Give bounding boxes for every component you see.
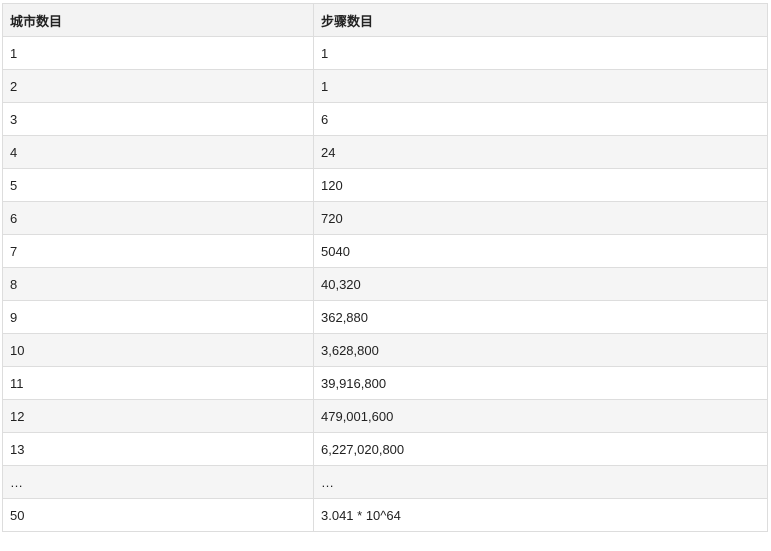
cell-city-count: 7 xyxy=(2,234,314,268)
cell-step-count: 3.041 * 10^64 xyxy=(313,498,768,532)
table-row: 50 3.041 * 10^64 xyxy=(2,498,768,532)
header-city-count: 城市数目 xyxy=(2,3,314,37)
cell-step-count: 24 xyxy=(313,135,768,169)
table-row: 9 362,880 xyxy=(2,300,768,334)
cell-step-count: 6 xyxy=(313,102,768,136)
cell-step-count: 120 xyxy=(313,168,768,202)
cell-city-count: 3 xyxy=(2,102,314,136)
table-row: 12 479,001,600 xyxy=(2,399,768,433)
cell-city-count: 11 xyxy=(2,366,314,400)
cell-city-count: … xyxy=(2,465,314,499)
cell-step-count: 3,628,800 xyxy=(313,333,768,367)
data-table: 城市数目 步骤数目 1 1 2 1 3 6 4 24 5 120 6 720 7… xyxy=(2,3,768,532)
table-row: 7 5040 xyxy=(2,234,768,268)
cell-city-count: 5 xyxy=(2,168,314,202)
header-row: 城市数目 步骤数目 xyxy=(2,3,768,37)
cell-step-count: 479,001,600 xyxy=(313,399,768,433)
cell-step-count: 1 xyxy=(313,36,768,70)
cell-step-count: 362,880 xyxy=(313,300,768,334)
cell-city-count: 4 xyxy=(2,135,314,169)
table-row: 5 120 xyxy=(2,168,768,202)
cell-city-count: 6 xyxy=(2,201,314,235)
table-row: 6 720 xyxy=(2,201,768,235)
page: 城市数目 步骤数目 1 1 2 1 3 6 4 24 5 120 6 720 7… xyxy=(0,0,771,551)
cell-step-count: 5040 xyxy=(313,234,768,268)
table-row: 4 24 xyxy=(2,135,768,169)
cell-step-count: … xyxy=(313,465,768,499)
table-row: 10 3,628,800 xyxy=(2,333,768,367)
table-row: 3 6 xyxy=(2,102,768,136)
cell-step-count: 720 xyxy=(313,201,768,235)
cell-step-count: 40,320 xyxy=(313,267,768,301)
table-row: … … xyxy=(2,465,768,499)
table-row: 1 1 xyxy=(2,36,768,70)
cell-city-count: 2 xyxy=(2,69,314,103)
cell-city-count: 9 xyxy=(2,300,314,334)
cell-city-count: 13 xyxy=(2,432,314,466)
cell-city-count: 10 xyxy=(2,333,314,367)
cell-city-count: 12 xyxy=(2,399,314,433)
cell-step-count: 6,227,020,800 xyxy=(313,432,768,466)
table-row: 8 40,320 xyxy=(2,267,768,301)
table-header: 城市数目 步骤数目 xyxy=(2,3,768,37)
table-row: 2 1 xyxy=(2,69,768,103)
cell-city-count: 8 xyxy=(2,267,314,301)
table-row: 11 39,916,800 xyxy=(2,366,768,400)
header-step-count: 步骤数目 xyxy=(313,3,768,37)
cell-city-count: 50 xyxy=(2,498,314,532)
cell-step-count: 1 xyxy=(313,69,768,103)
table-row: 13 6,227,020,800 xyxy=(2,432,768,466)
table-body: 1 1 2 1 3 6 4 24 5 120 6 720 7 5040 8 40… xyxy=(2,36,768,532)
cell-step-count: 39,916,800 xyxy=(313,366,768,400)
cell-city-count: 1 xyxy=(2,36,314,70)
